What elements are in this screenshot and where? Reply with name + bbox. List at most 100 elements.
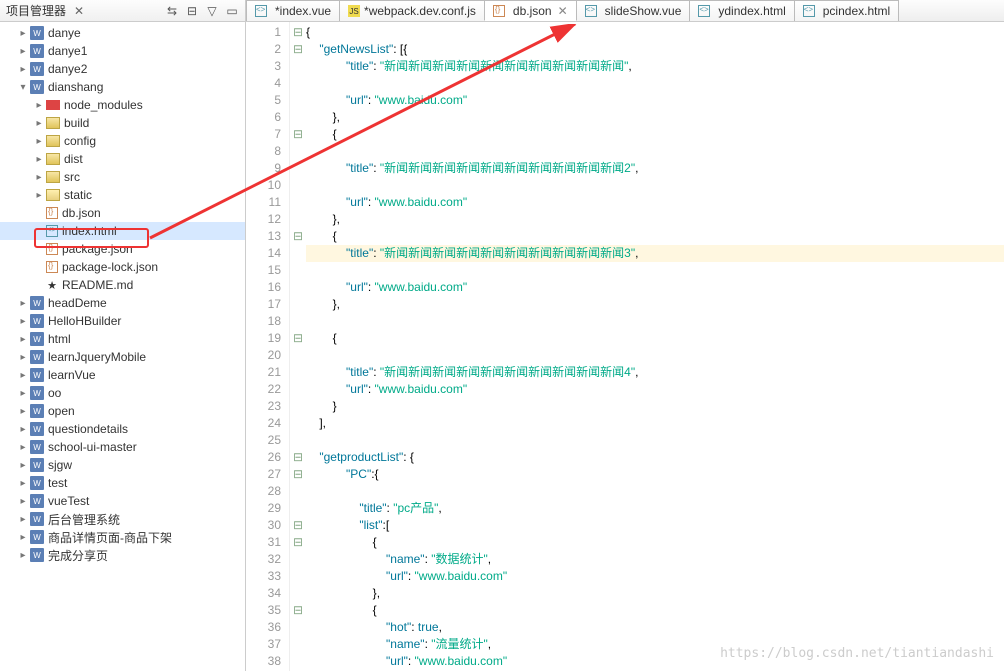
twisty-icon[interactable]: ▸ — [16, 530, 30, 544]
twisty-icon[interactable]: ▸ — [16, 62, 30, 76]
json-icon — [46, 243, 58, 255]
tree-item-label: dianshang — [48, 80, 103, 94]
twisty-icon[interactable]: ▸ — [16, 422, 30, 436]
project-icon: W — [30, 422, 44, 436]
twisty-icon[interactable]: ▸ — [32, 98, 46, 112]
html-icon — [585, 5, 597, 17]
tree-item-label: 商品详情页面-商品下架 — [48, 529, 172, 546]
folder-icon — [46, 135, 60, 147]
link-icon[interactable]: ⇆ — [165, 4, 179, 18]
project-icon: W — [30, 440, 44, 454]
tree-item[interactable]: ▸Wtest — [0, 474, 245, 492]
twisty-icon[interactable]: ▸ — [32, 134, 46, 148]
twisty-icon[interactable]: ▾ — [16, 80, 30, 94]
twisty-icon[interactable]: ▸ — [32, 170, 46, 184]
editor-tab[interactable]: *index.vue — [246, 0, 340, 21]
twisty-icon[interactable]: ▸ — [16, 26, 30, 40]
twisty-icon[interactable]: ▸ — [16, 494, 30, 508]
twisty-icon[interactable]: ▸ — [16, 458, 30, 472]
twisty-icon[interactable]: ▸ — [16, 332, 30, 346]
twisty-icon[interactable] — [32, 206, 46, 220]
twisty-icon[interactable] — [32, 224, 46, 238]
html-icon — [46, 225, 58, 237]
tab-label: pcindex.html — [823, 4, 890, 18]
tree-item[interactable]: ★README.md — [0, 276, 245, 294]
tree-item[interactable]: ▸build — [0, 114, 245, 132]
project-icon: W — [30, 404, 44, 418]
tree-item[interactable]: ▾Wdianshang — [0, 78, 245, 96]
project-tree[interactable]: ▸Wdanye▸Wdanye1▸Wdanye2▾Wdianshang▸node_… — [0, 22, 245, 671]
close-icon[interactable]: ✕ — [558, 4, 568, 18]
twisty-icon[interactable]: ▸ — [16, 440, 30, 454]
star-icon: ★ — [46, 279, 58, 291]
twisty-icon[interactable]: ▸ — [16, 476, 30, 490]
tree-item-label: questiondetails — [48, 422, 128, 436]
tree-item-label: dist — [64, 152, 83, 166]
project-icon: W — [30, 80, 44, 94]
tree-item[interactable]: ▸ config — [0, 132, 245, 150]
tree-item[interactable]: ▸src — [0, 168, 245, 186]
tree-item[interactable]: ▸WHelloHBuilder — [0, 312, 245, 330]
tree-item[interactable]: ▸Whtml — [0, 330, 245, 348]
tree-item[interactable]: ▸Wquestiondetails — [0, 420, 245, 438]
sidebar-header: 项目管理器 ✕ ⇆ ⊟ ▽ ▭ — [0, 0, 245, 22]
editor-tab[interactable]: ydindex.html — [689, 0, 794, 21]
tree-item[interactable]: ▸WlearnVue — [0, 366, 245, 384]
tree-item[interactable]: db.json — [0, 204, 245, 222]
twisty-icon[interactable]: ▸ — [16, 512, 30, 526]
twisty-icon[interactable] — [32, 242, 46, 256]
tree-item[interactable]: package-lock.json — [0, 258, 245, 276]
twisty-icon[interactable]: ▸ — [16, 548, 30, 562]
tree-item[interactable]: ▸Wopen — [0, 402, 245, 420]
tree-item[interactable]: ▸W完成分享页 — [0, 546, 245, 564]
tree-item[interactable]: ▸Wdanye1 — [0, 42, 245, 60]
collapse-icon[interactable]: ⊟ — [185, 4, 199, 18]
menu-icon[interactable]: ▽ — [205, 4, 219, 18]
tree-item[interactable]: ▸WlearnJqueryMobile — [0, 348, 245, 366]
tree-item[interactable]: ▸WheadDeme — [0, 294, 245, 312]
tree-item[interactable]: ▸Wschool-ui-master — [0, 438, 245, 456]
tree-item-label: danye2 — [48, 62, 87, 76]
code-content[interactable]: { "getNewsList": [{ "title": "新闻新闻新闻新闻新闻… — [306, 22, 1004, 671]
tree-item[interactable]: ▸node_modules — [0, 96, 245, 114]
tree-item-label: db.json — [62, 206, 101, 220]
twisty-icon[interactable]: ▸ — [16, 386, 30, 400]
twisty-icon[interactable]: ▸ — [16, 368, 30, 382]
tree-item[interactable]: ▸WvueTest — [0, 492, 245, 510]
project-explorer-panel: 项目管理器 ✕ ⇆ ⊟ ▽ ▭ ▸Wdanye▸Wdanye1▸Wdanye2▾… — [0, 0, 246, 671]
code-editor[interactable]: 1234567891011121314151617181920212223242… — [246, 22, 1004, 671]
project-icon: W — [30, 44, 44, 58]
twisty-icon[interactable] — [32, 278, 46, 292]
twisty-icon[interactable]: ▸ — [16, 404, 30, 418]
editor-tab[interactable]: pcindex.html — [794, 0, 899, 21]
tree-item[interactable]: ▸W后台管理系统 — [0, 510, 245, 528]
twisty-icon[interactable] — [32, 260, 46, 274]
editor-tab[interactable]: db.json ✕ — [484, 0, 577, 21]
tab-label: db.json — [513, 4, 552, 18]
fold-gutter[interactable]: ⊟⊟⊟⊟⊟⊟⊟⊟⊟⊟ — [290, 22, 306, 671]
minimize-icon[interactable]: ▭ — [225, 4, 239, 18]
twisty-icon[interactable]: ▸ — [16, 296, 30, 310]
tree-item[interactable]: ▸Wsjgw — [0, 456, 245, 474]
tree-item-label: config — [64, 134, 96, 148]
twisty-icon[interactable]: ▸ — [32, 116, 46, 130]
twisty-icon[interactable]: ▸ — [32, 188, 46, 202]
project-icon: W — [30, 458, 44, 472]
twisty-icon[interactable]: ▸ — [16, 44, 30, 58]
twisty-icon[interactable]: ▸ — [16, 350, 30, 364]
tree-item[interactable]: ▸ dist — [0, 150, 245, 168]
close-icon[interactable]: ✕ — [74, 4, 84, 18]
editor-tab[interactable]: JS*webpack.dev.conf.js — [339, 0, 485, 21]
tree-item-label: test — [48, 476, 67, 490]
twisty-icon[interactable]: ▸ — [32, 152, 46, 166]
editor-tab[interactable]: slideShow.vue — [576, 0, 691, 21]
twisty-icon[interactable]: ▸ — [16, 314, 30, 328]
tree-item[interactable]: ▸Woo — [0, 384, 245, 402]
tree-item[interactable]: package.json — [0, 240, 245, 258]
tree-item[interactable]: index.html — [0, 222, 245, 240]
tree-item[interactable]: ▸Wdanye — [0, 24, 245, 42]
tree-item[interactable]: ▸static — [0, 186, 245, 204]
tree-item[interactable]: ▸W商品详情页面-商品下架 — [0, 528, 245, 546]
tree-item[interactable]: ▸Wdanye2 — [0, 60, 245, 78]
project-icon: W — [30, 494, 44, 508]
